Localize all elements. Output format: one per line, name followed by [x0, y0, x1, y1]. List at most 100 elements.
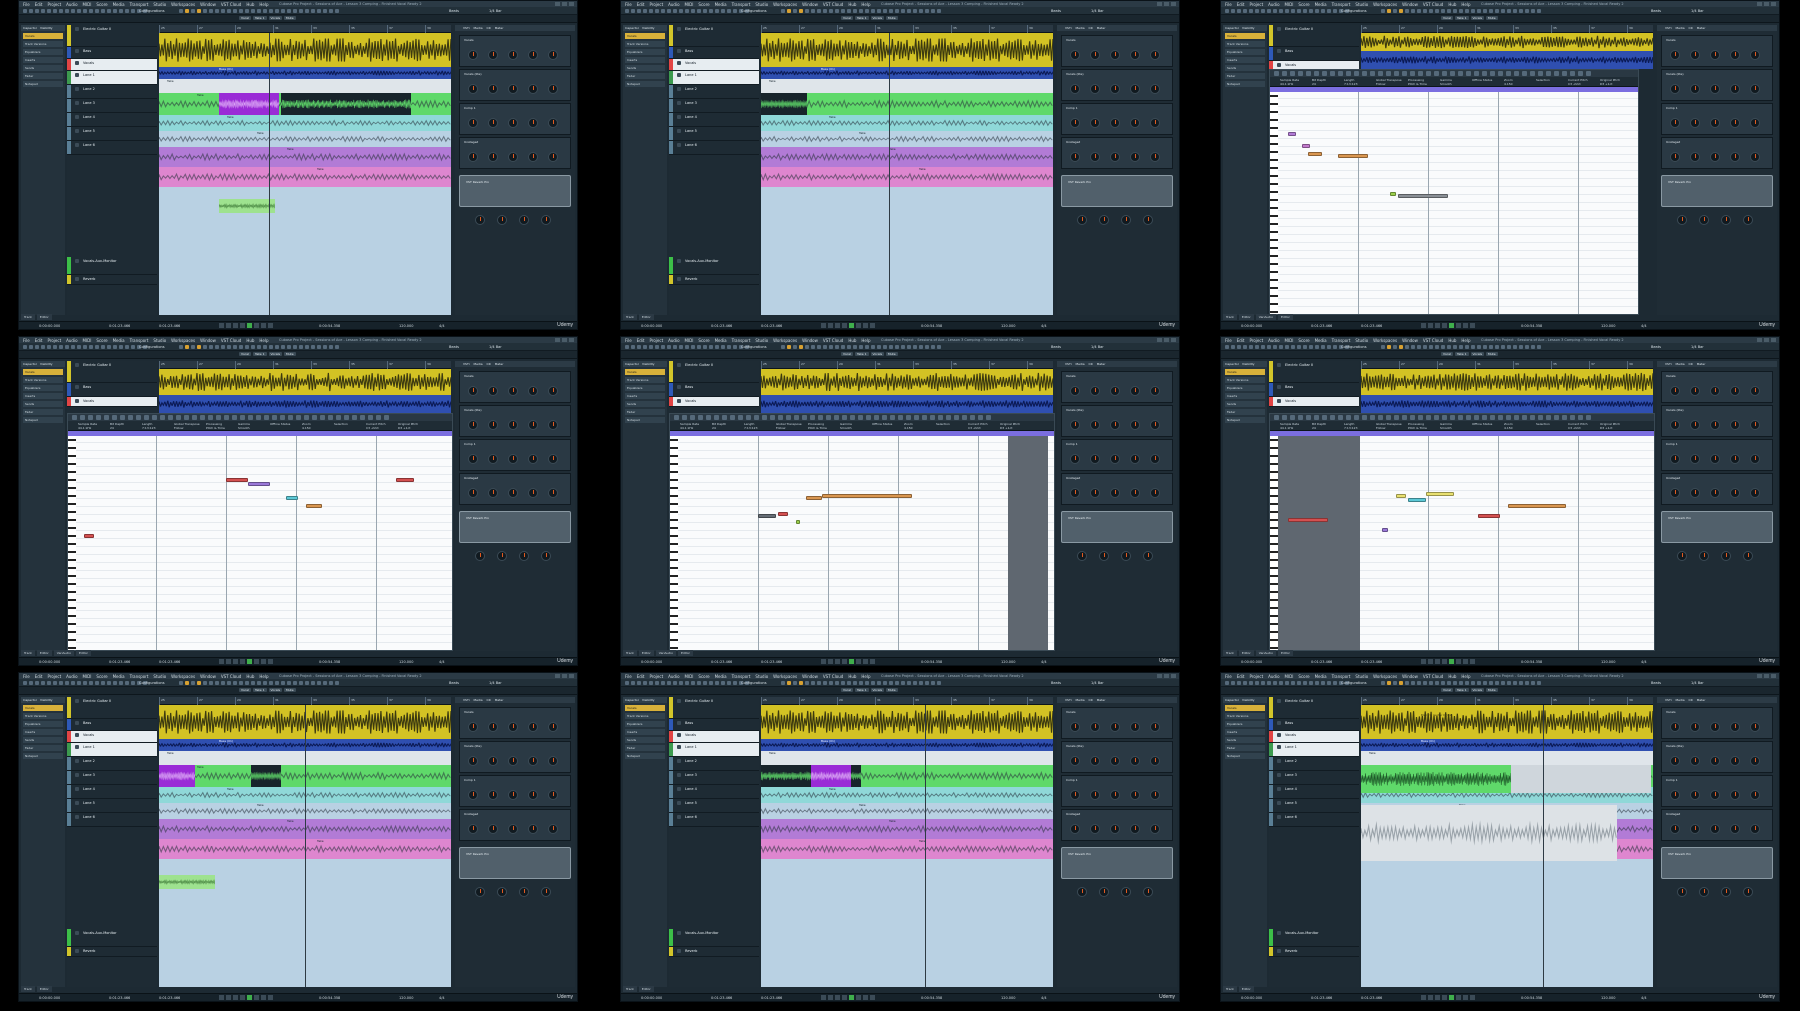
playback-cursor[interactable] — [889, 33, 890, 315]
menu-item-media[interactable]: Media — [1315, 338, 1327, 343]
left-locator[interactable]: 0:00:00.000 — [39, 660, 60, 664]
tool-icon[interactable] — [937, 345, 941, 349]
pitch-segment[interactable] — [1302, 144, 1310, 148]
editor-tool-icon[interactable] — [256, 415, 261, 420]
knob[interactable] — [1750, 420, 1760, 430]
tool-icon[interactable] — [1465, 9, 1469, 13]
inspector-section[interactable]: Track Versions — [625, 41, 665, 47]
inspector-section[interactable]: Sends — [23, 401, 63, 407]
inspector-section[interactable]: Notepad — [625, 81, 665, 87]
pitch-segment[interactable] — [1426, 492, 1454, 496]
knob[interactable] — [1130, 152, 1140, 162]
tool-icon[interactable] — [1327, 345, 1331, 349]
tool-icon[interactable] — [1291, 9, 1295, 13]
mute-button[interactable] — [75, 129, 79, 133]
configurations-label[interactable]: Configurations — [139, 9, 165, 13]
tool-icon[interactable] — [841, 9, 845, 13]
tool-icon[interactable] — [631, 681, 635, 685]
tool-icon[interactable] — [1255, 9, 1259, 13]
tool-icon[interactable] — [1429, 681, 1433, 685]
knob[interactable] — [1070, 84, 1080, 94]
track-header[interactable]: Bass — [1269, 383, 1359, 397]
editor-tool-icon[interactable] — [810, 415, 815, 420]
track-header[interactable]: Electric Guitar II — [1269, 361, 1359, 383]
editor-tool-icon[interactable] — [690, 415, 695, 420]
tool-icon[interactable] — [931, 681, 935, 685]
editor-tool-icon[interactable] — [930, 415, 935, 420]
track-header[interactable]: Lane 6 — [669, 813, 759, 827]
tool-icon[interactable] — [41, 681, 45, 685]
editor-tool-icon[interactable] — [1402, 415, 1407, 420]
menu-item-file[interactable]: File — [1225, 674, 1232, 679]
comp-region-green[interactable] — [1361, 765, 1511, 793]
info-tag[interactable]: Take 1 — [252, 688, 267, 692]
mute-button[interactable] — [677, 931, 681, 935]
knob[interactable] — [548, 756, 558, 766]
channel-strip[interactable]: Comp 1 — [1661, 103, 1773, 135]
editor-tool-icon[interactable] — [1570, 415, 1575, 420]
tool-icon[interactable] — [1309, 345, 1313, 349]
menu-item-media[interactable]: Media — [715, 2, 727, 7]
menu-item-edit[interactable]: Edit — [35, 2, 43, 7]
tool-icon[interactable] — [715, 9, 719, 13]
playback-cursor[interactable] — [1543, 705, 1544, 987]
time-display[interactable]: 0:00:54.358 — [1521, 996, 1542, 1000]
editor-tool-icon[interactable] — [674, 415, 679, 420]
mute-button[interactable] — [677, 27, 681, 31]
editor-tool-icon[interactable] — [1546, 71, 1551, 76]
tool-icon[interactable] — [53, 345, 57, 349]
tool-icon[interactable] — [877, 681, 881, 685]
piano-keyboard[interactable] — [670, 436, 678, 650]
tool-icon[interactable] — [1507, 681, 1511, 685]
info-tag[interactable]: Vocal — [1441, 16, 1453, 20]
mute-button[interactable] — [677, 385, 681, 389]
knob[interactable] — [488, 756, 498, 766]
tool-icon[interactable] — [1525, 345, 1529, 349]
quantize-label[interactable]: 1/4 Bar — [1691, 681, 1704, 685]
right-locator[interactable]: 0:01:23.466 — [1311, 324, 1332, 328]
editor-info-value[interactable]: 44.1 kHz — [78, 426, 91, 430]
knob[interactable] — [1690, 386, 1700, 396]
info-tag[interactable]: Vocal — [841, 688, 853, 692]
menu-item-transport[interactable]: Transport — [732, 338, 751, 343]
timeline-ruler[interactable]: 25 27 29 31 33 35 37 39 — [761, 361, 1053, 369]
editor-tool-icon[interactable] — [698, 415, 703, 420]
maximize-icon[interactable] — [1764, 338, 1769, 342]
tool-icon[interactable] — [1243, 681, 1247, 685]
menu-item-studio[interactable]: Studio — [1355, 2, 1368, 7]
menu-item-media[interactable]: Media — [1315, 2, 1327, 7]
tool-icon[interactable] — [227, 9, 231, 13]
knob[interactable] — [1690, 722, 1700, 732]
editor-tool-icon[interactable] — [1474, 415, 1479, 420]
rewind-icon[interactable] — [219, 659, 224, 664]
menu-item-vst-cloud[interactable]: VST Cloud — [221, 2, 241, 7]
zone-tab[interactable]: Editor — [1238, 986, 1254, 992]
record-icon[interactable] — [1456, 323, 1461, 328]
tool-icon[interactable] — [1501, 345, 1505, 349]
knob[interactable] — [528, 50, 538, 60]
knob[interactable] — [1150, 454, 1160, 464]
knob[interactable] — [1121, 887, 1131, 897]
time-display[interactable]: 0:00:54.358 — [319, 660, 340, 664]
tool-icon[interactable] — [1465, 345, 1469, 349]
tool-icon[interactable] — [239, 681, 243, 685]
track-header[interactable]: Vocals — [67, 397, 157, 407]
channel-strip[interactable]: Vocals — [459, 35, 571, 67]
inspector-section[interactable]: Sends — [625, 737, 665, 743]
tool-icon[interactable] — [1429, 345, 1433, 349]
inspector-section[interactable]: Fader — [1225, 745, 1265, 751]
pitch-segment[interactable] — [1338, 154, 1368, 158]
track-header[interactable]: Lane 2 — [67, 757, 157, 771]
zone-tab[interactable]: Track — [21, 314, 35, 320]
knob[interactable] — [1699, 551, 1709, 561]
channel-strip[interactable]: Vocals (lite) — [1061, 741, 1173, 773]
track-header[interactable]: Lane 4 — [669, 785, 759, 799]
knob[interactable] — [548, 386, 558, 396]
inspector-tab[interactable]: Visibility — [40, 26, 53, 30]
signature-display[interactable]: 4/4 — [439, 324, 445, 328]
tool-icon[interactable] — [29, 9, 33, 13]
inspector-tab[interactable]: Inspector — [1225, 698, 1239, 702]
forward-icon[interactable] — [226, 659, 231, 664]
menu-item-window[interactable]: Window — [802, 2, 818, 7]
editor-tool-icon[interactable] — [1434, 71, 1439, 76]
